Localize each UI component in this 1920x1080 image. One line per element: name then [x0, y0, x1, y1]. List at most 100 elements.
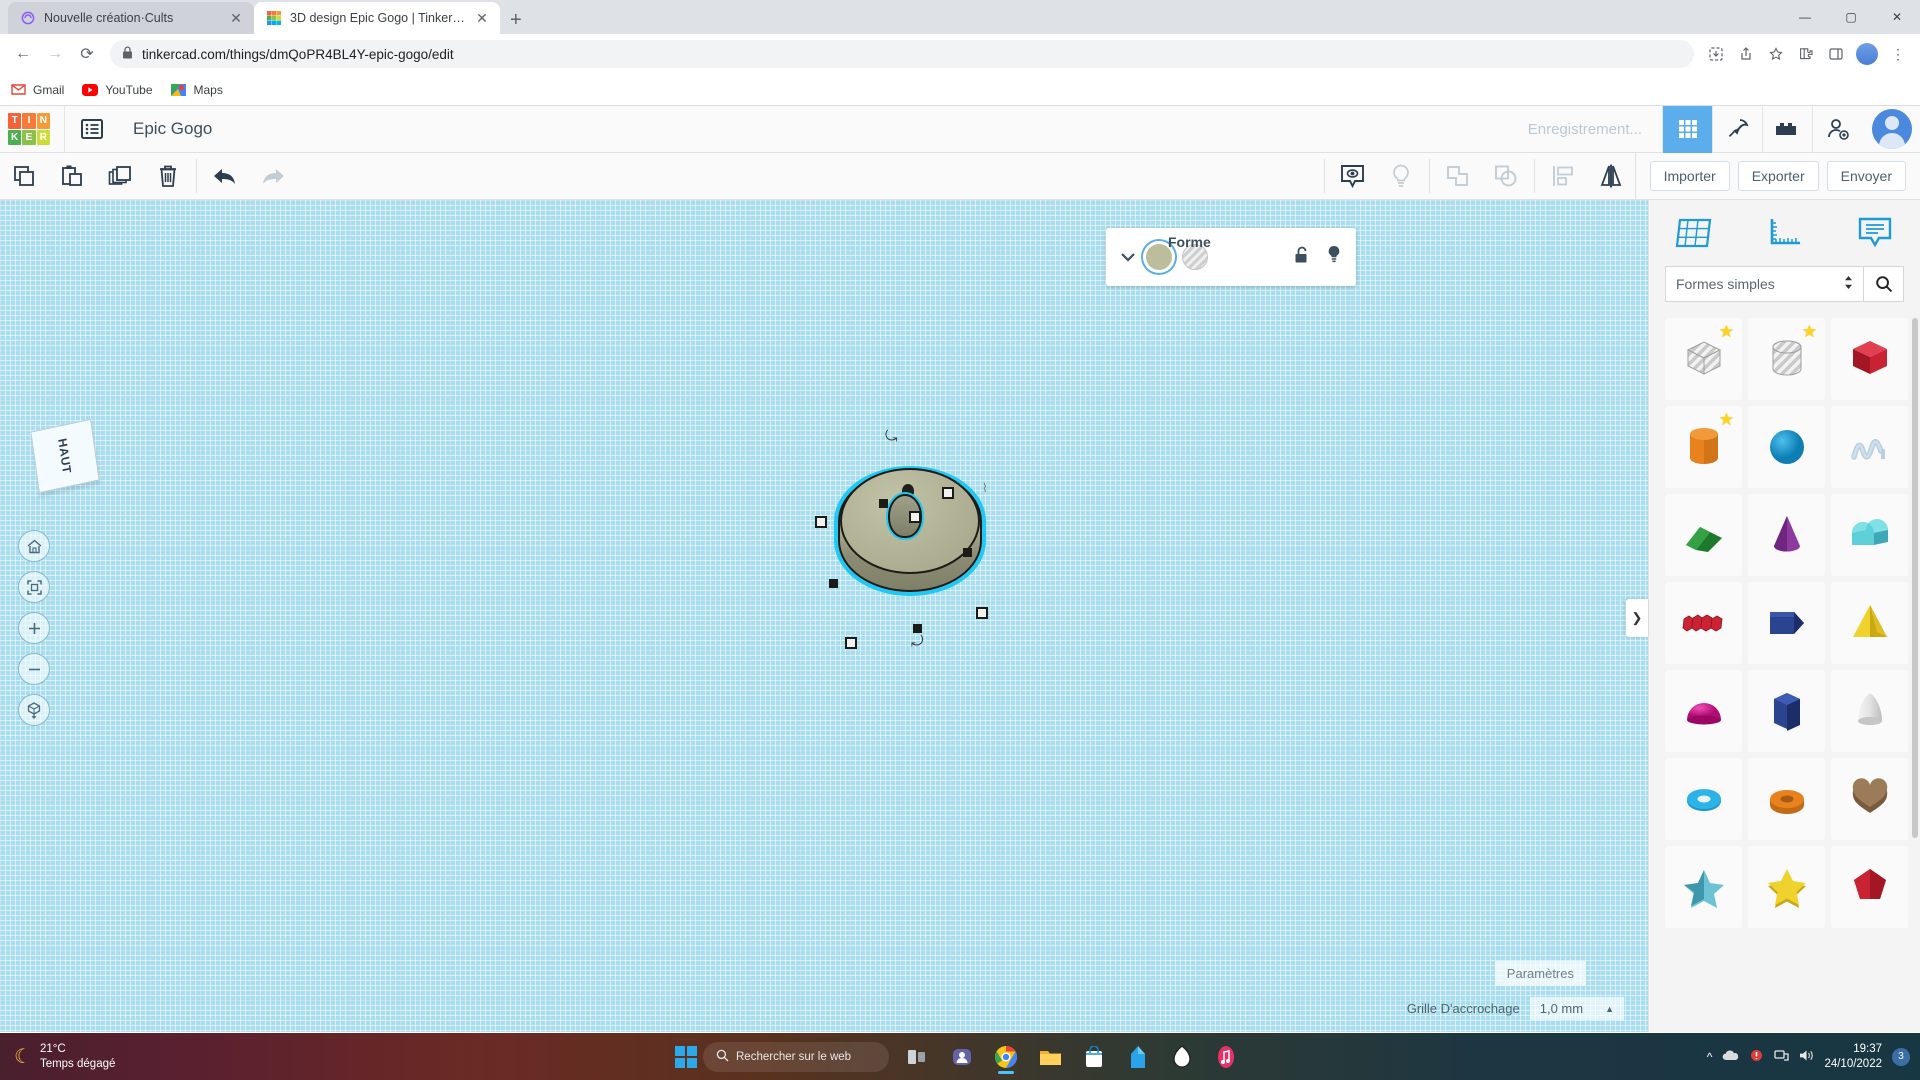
windows-logo-icon[interactable]: [675, 1045, 697, 1068]
export-button[interactable]: Exporter: [1737, 161, 1819, 191]
plus-icon[interactable]: [18, 612, 50, 644]
minimize-button[interactable]: —: [1782, 0, 1828, 34]
note-callout-icon[interactable]: [1847, 208, 1903, 258]
view-cube[interactable]: HAUT: [30, 418, 100, 494]
page-title[interactable]: Epic Gogo: [133, 119, 212, 139]
tinkercad-logo[interactable]: T I N K E R: [8, 113, 50, 145]
redo-arrow-icon[interactable]: [249, 153, 297, 200]
shape-roof[interactable]: [1665, 494, 1742, 576]
3d-viewport[interactable]: HAUT ⤿ ⤾ ⌇ Paramètres Grille D'accrochag…: [0, 200, 1648, 1032]
forward-button[interactable]: →: [40, 39, 70, 69]
user-avatar[interactable]: [1872, 109, 1912, 149]
shape-cone[interactable]: [1748, 494, 1825, 576]
music-icon[interactable]: [1207, 1038, 1245, 1076]
tray-chevron-icon[interactable]: ^: [1707, 1050, 1713, 1064]
resize-handle-left-mid[interactable]: [829, 579, 838, 588]
sidepanel-icon[interactable]: [1822, 40, 1850, 68]
bookmark-gmail[interactable]: Gmail: [10, 82, 64, 98]
shape-cylinder[interactable]: ★: [1665, 406, 1742, 488]
back-button[interactable]: ←: [8, 39, 38, 69]
resize-handle-bottom-left[interactable]: [845, 637, 857, 649]
shape-box[interactable]: [1831, 318, 1908, 400]
group-shapes-icon[interactable]: [1434, 153, 1482, 200]
shape-hexagon-prism[interactable]: [1748, 670, 1825, 752]
trash-icon[interactable]: [144, 153, 192, 200]
settings-button[interactable]: Paramètres: [1494, 961, 1586, 986]
network-icon[interactable]: [1774, 1049, 1790, 1065]
resize-handle-bottom-right[interactable]: [976, 607, 988, 619]
close-window-button[interactable]: ✕: [1874, 0, 1920, 34]
workplane-grid-icon[interactable]: [1666, 208, 1722, 258]
shape-cylinder-hole[interactable]: ★: [1748, 318, 1825, 400]
notifications-badge[interactable]: 3: [1892, 1047, 1910, 1066]
shape-star-3d[interactable]: [1665, 846, 1742, 928]
rotate-arrow-icon-top[interactable]: ⤿: [885, 428, 898, 445]
home-icon[interactable]: [18, 530, 50, 562]
shape-tube[interactable]: [1748, 758, 1825, 840]
browser-tab-2[interactable]: 3D design Epic Gogo | Tinkercad ✕: [254, 2, 500, 34]
ruler-icon[interactable]: [1756, 208, 1812, 258]
address-bar[interactable]: tinkercad.com/things/dmQoPR4BL4Y-epic-go…: [110, 40, 1694, 68]
chevron-down-icon[interactable]: [1120, 249, 1136, 265]
task-view-icon[interactable]: [899, 1038, 937, 1076]
chrome-icon[interactable]: [987, 1038, 1025, 1076]
resize-handle-right[interactable]: [963, 548, 972, 557]
taskbar-search[interactable]: Rechercher sur le web: [703, 1041, 889, 1072]
duplicate-button[interactable]: [96, 153, 144, 200]
ungroup-shapes-icon[interactable]: [1482, 153, 1530, 200]
resize-handle-center[interactable]: [909, 511, 921, 523]
unlock-icon[interactable]: [1294, 246, 1310, 269]
blocks-tab[interactable]: [1762, 105, 1812, 153]
share-icon[interactable]: [1732, 40, 1760, 68]
align-icon[interactable]: [1539, 153, 1587, 200]
shape-half-cylinder[interactable]: [1831, 494, 1908, 576]
chevron-right-icon[interactable]: ❯: [1626, 599, 1648, 638]
shield-browser-icon[interactable]: [1163, 1038, 1201, 1076]
shape-text[interactable]: [1665, 582, 1742, 664]
install-icon[interactable]: [1702, 40, 1730, 68]
shape-scribble[interactable]: [1831, 406, 1908, 488]
shape-paraboloid[interactable]: [1831, 670, 1908, 752]
bookmark-maps[interactable]: Maps: [171, 82, 223, 98]
grid-view-tab[interactable]: [1662, 105, 1712, 153]
bookmark-youtube[interactable]: YouTube: [82, 82, 153, 98]
cube-perspective-icon[interactable]: [18, 694, 50, 726]
invite-tab[interactable]: [1812, 105, 1862, 153]
shape-dome[interactable]: [1665, 670, 1742, 752]
bookmark-star-icon[interactable]: [1762, 40, 1790, 68]
shape-category-select[interactable]: Formes simples: [1665, 266, 1864, 302]
reload-button[interactable]: ⟳: [72, 39, 102, 69]
snap-grid-select[interactable]: 1,0 mm ▲: [1529, 997, 1624, 1020]
browser-tab-1-close-icon[interactable]: ✕: [228, 11, 244, 25]
menu-icon[interactable]: ⋮: [1884, 40, 1912, 68]
extensions-icon[interactable]: [1792, 40, 1820, 68]
lightbulb-icon[interactable]: [1377, 153, 1425, 200]
search-icon[interactable]: [1864, 266, 1904, 302]
selected-cylinder-shape[interactable]: [830, 462, 990, 602]
pen-icon[interactable]: [1119, 1038, 1157, 1076]
browser-tab-2-close-icon[interactable]: ✕: [474, 11, 490, 25]
send-button[interactable]: Envoyer: [1826, 161, 1906, 191]
shape-sphere[interactable]: [1748, 406, 1825, 488]
browser-tab-1[interactable]: Nouvelle création·Cults ✕: [8, 2, 254, 34]
taskbar-clock[interactable]: 19:37 24/10/2022: [1824, 1042, 1882, 1072]
shape-heart[interactable]: [1831, 758, 1908, 840]
shape-star-extruded[interactable]: [1748, 846, 1825, 928]
resize-handle-top-right[interactable]: [942, 487, 954, 499]
resize-handle-top[interactable]: [879, 499, 888, 508]
profile-avatar[interactable]: [1856, 43, 1878, 65]
folder-icon[interactable]: [1031, 1038, 1069, 1076]
fit-frame-icon[interactable]: [18, 571, 50, 603]
paste-button[interactable]: [48, 153, 96, 200]
shape-polyhedron[interactable]: [1831, 846, 1908, 928]
store-icon[interactable]: [1075, 1038, 1113, 1076]
rotate-arrow-icon-bottom[interactable]: ⤾: [911, 633, 924, 650]
onedrive-icon[interactable]: [1722, 1049, 1739, 1064]
volume-icon[interactable]: [1799, 1049, 1814, 1065]
shape-box-hole[interactable]: ★: [1665, 318, 1742, 400]
undo-arrow-icon[interactable]: [201, 153, 249, 200]
eye-marker-icon[interactable]: [1329, 153, 1377, 200]
lightbulb-icon[interactable]: [1326, 245, 1342, 269]
rotate-arrow-icon-right[interactable]: ⌇: [982, 481, 988, 495]
shapes-scrollbar[interactable]: [1912, 318, 1918, 838]
